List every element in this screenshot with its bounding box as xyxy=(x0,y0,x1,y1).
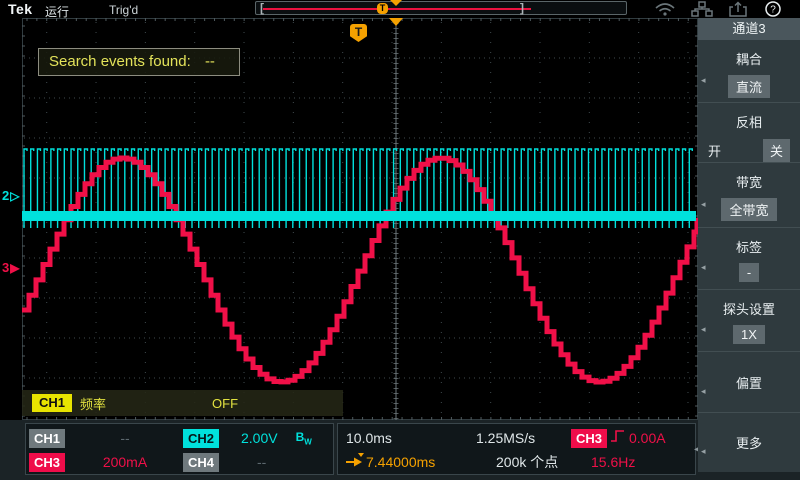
channel3-menu-sidebar: 通道3 ◂ 耦合 直流 反相 开 关 ◂ 带宽 全带宽 ◂ 标签 - ◂ 探头设… xyxy=(698,18,800,472)
ch2-scale-value: 2.00V xyxy=(241,430,278,446)
sidebar-footer xyxy=(698,472,800,480)
ch3-badge[interactable]: CH3 xyxy=(29,453,65,472)
trigger-frequency: 15.6Hz xyxy=(591,454,635,470)
top-status-bar: Tek 运行 Trig'd [ ] T ? xyxy=(0,0,800,18)
ch2-position-marker[interactable]: 2 ▷ xyxy=(2,188,19,203)
ch2-marker-arrow-icon: ▷ xyxy=(10,189,19,203)
horizontal-position-icon xyxy=(344,452,366,473)
channel-readout-panel[interactable]: CH1 -- CH2 2.00V BW CH3 200mA CH4 -- xyxy=(25,423,334,475)
ch4-scale-value: -- xyxy=(257,454,266,470)
minimap-trigger-marker[interactable]: T xyxy=(377,3,388,14)
coupling-label: 耦合 xyxy=(736,49,762,68)
coupling-section[interactable]: ◂ 耦合 直流 xyxy=(698,40,800,103)
oscilloscope-screen: Tek 运行 Trig'd [ ] T ? xyxy=(0,0,800,480)
help-icon[interactable]: ? xyxy=(761,1,785,17)
sample-rate: 1.25MS/s xyxy=(476,430,568,446)
probe-setup-label: 探头设置 xyxy=(723,299,775,318)
ch2-marker-label: 2 xyxy=(2,188,9,203)
section-arrow-icon: ◂ xyxy=(701,446,706,457)
window-bracket-right: ] xyxy=(520,1,524,15)
bandwidth-section[interactable]: ◂ 带宽 全带宽 xyxy=(698,163,800,228)
ch1-badge[interactable]: CH1 xyxy=(29,429,65,448)
expansion-point-icon xyxy=(390,0,402,6)
trigger-position-icon[interactable] xyxy=(389,18,403,26)
bottom-readout-bar: CH1 -- CH2 2.00V BW CH3 200mA CH4 -- 10.… xyxy=(0,420,700,480)
svg-text:?: ? xyxy=(770,5,776,16)
record-window-line xyxy=(263,8,531,10)
ch3-marker-label: 3 xyxy=(2,260,9,275)
measurement-value: OFF xyxy=(212,396,238,411)
trigger-slope-icon xyxy=(610,428,626,449)
trigger-source-badge[interactable]: CH3 xyxy=(571,429,607,448)
waveform-display-area[interactable]: T Search events found: -- CH1 频率 OFF xyxy=(22,18,698,420)
ch2-badge[interactable]: CH2 xyxy=(183,429,219,448)
window-bracket-left: [ xyxy=(260,1,264,15)
ch1-scale-value: -- xyxy=(95,430,155,446)
invert-toggle[interactable]: 开 关 xyxy=(698,139,800,162)
measurement-name: 频率 xyxy=(80,394,106,413)
trigger-status: Trig'd xyxy=(109,3,138,17)
ch3-marker-arrow-icon: ▶ xyxy=(10,261,19,275)
section-arrow-icon: ◂ xyxy=(701,262,706,273)
probe-setup-section[interactable]: ◂ 探头设置 1X xyxy=(698,290,800,352)
wifi-icon[interactable] xyxy=(653,1,677,17)
ch2-bandwidth-limit-icon: BW xyxy=(296,430,312,446)
section-arrow-icon: ◂ xyxy=(701,386,706,397)
invert-section[interactable]: 反相 开 关 xyxy=(698,103,800,163)
offset-label: 偏置 xyxy=(736,373,762,392)
invert-on-option[interactable]: 开 xyxy=(708,141,721,160)
ch3-scale-value: 200mA xyxy=(88,454,162,470)
section-arrow-icon: ◂ xyxy=(701,75,706,86)
search-events-overlay: Search events found: -- xyxy=(38,48,240,76)
measurement-source-badge[interactable]: CH1 xyxy=(32,394,72,412)
search-events-label: Search events found: xyxy=(49,53,191,70)
section-arrow-icon: ◂ xyxy=(701,324,706,335)
label-section[interactable]: ◂ 标签 - xyxy=(698,228,800,290)
network-icon[interactable] xyxy=(690,1,714,17)
measurement-bar[interactable]: CH1 频率 OFF xyxy=(22,390,343,416)
search-events-count: -- xyxy=(205,53,215,70)
sidebar-title: 通道3 xyxy=(698,18,800,40)
label-value-button[interactable]: - xyxy=(739,263,759,282)
more-section[interactable]: ◂ 更多 xyxy=(698,413,800,472)
tek-logo: Tek xyxy=(8,1,33,17)
coupling-value-button[interactable]: 直流 xyxy=(728,75,770,98)
horizontal-trigger-panel[interactable]: 10.0ms 1.25MS/s CH3 0.00A 7.44000ms 200k… xyxy=(337,423,696,475)
invert-label: 反相 xyxy=(736,112,762,131)
share-icon[interactable] xyxy=(726,1,750,17)
bandwidth-value-button[interactable]: 全带宽 xyxy=(721,198,776,221)
time-per-div: 10.0ms xyxy=(346,430,436,446)
section-arrow-icon: ◂ xyxy=(701,199,706,210)
offset-section[interactable]: ◂ 偏置 xyxy=(698,352,800,413)
ch4-badge[interactable]: CH4 xyxy=(183,453,219,472)
trigger-level: 0.00A xyxy=(629,430,666,446)
label-label: 标签 xyxy=(736,237,762,256)
record-length: 200k 个点 xyxy=(496,452,588,472)
horizontal-position: 7.44000ms xyxy=(366,454,452,470)
ch3-position-marker[interactable]: 3 ▶ xyxy=(2,260,19,275)
bandwidth-label: 带宽 xyxy=(736,172,762,191)
probe-setup-value-button[interactable]: 1X xyxy=(733,325,765,344)
invert-off-option[interactable]: 关 xyxy=(763,139,790,162)
more-label: 更多 xyxy=(736,433,762,452)
record-view-minimap[interactable]: [ ] T xyxy=(255,1,627,15)
graticule-and-waveforms xyxy=(22,18,698,420)
